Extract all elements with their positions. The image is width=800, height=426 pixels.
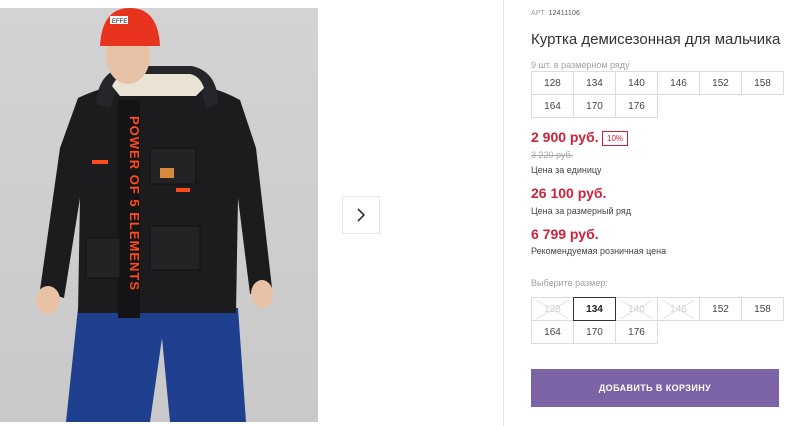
rrp-caption: Рекомендуемая розничная цена <box>531 246 667 256</box>
size-option-134[interactable]: 134 <box>573 297 616 321</box>
range-price-caption: Цена за размерный ряд <box>531 206 632 216</box>
panel-divider <box>503 0 504 426</box>
article-value: 12411106 <box>548 10 581 17</box>
hat-patch: EFFE <box>112 19 127 25</box>
range-price: 26 100 руб. <box>531 185 607 201</box>
product-gallery: EFFE POWER OF 5 ELEMENTS <box>0 0 503 426</box>
chevron-right-icon <box>357 208 366 222</box>
size-option-140: 140 <box>615 297 658 321</box>
article-label: АРТ. <box>531 10 547 17</box>
unit-price: 2 900 руб. <box>531 129 599 145</box>
size-option-146: 146 <box>657 297 700 321</box>
size-option-164[interactable]: 164 <box>531 320 574 344</box>
product-photo: EFFE POWER OF 5 ELEMENTS <box>0 8 318 422</box>
size-picker: 128 134 140 146 152 158 164 170 176 <box>531 297 784 344</box>
rrp-price: 6 799 руб. <box>531 226 599 242</box>
range-note: 9 шт. в размерном ряду <box>531 60 630 70</box>
range-size-cell: 176 <box>615 94 658 118</box>
range-size-cell: 146 <box>657 71 700 95</box>
range-size-cell: 152 <box>699 71 742 95</box>
range-size-cell: 140 <box>615 71 658 95</box>
old-price: 3 220 руб. <box>531 150 574 160</box>
product-title: Куртка демисезонная для мальчика <box>531 31 781 48</box>
range-size-cell: 128 <box>531 71 574 95</box>
choose-size-label: Выберите размер: <box>531 278 608 288</box>
add-to-cart-button[interactable]: ДОБАВИТЬ В КОРЗИНУ <box>531 369 779 407</box>
discount-badge: 10% <box>602 131 629 146</box>
article-number: АРТ. 12411106 <box>531 10 580 17</box>
range-size-cell: 158 <box>741 71 784 95</box>
range-size-cell: 170 <box>573 94 616 118</box>
unit-price-caption: Цена за единицу <box>531 165 602 175</box>
size-option-176[interactable]: 176 <box>615 320 658 344</box>
jacket-print: POWER OF 5 ELEMENTS <box>127 116 142 291</box>
size-option-152[interactable]: 152 <box>699 297 742 321</box>
size-option-128: 128 <box>531 297 574 321</box>
range-size-cell: 134 <box>573 71 616 95</box>
next-image-button[interactable] <box>342 196 380 234</box>
range-size-cell: 164 <box>531 94 574 118</box>
size-option-170[interactable]: 170 <box>573 320 616 344</box>
size-option-158[interactable]: 158 <box>741 297 784 321</box>
size-range-grid: 128 134 140 146 152 158 164 170 176 <box>531 71 784 118</box>
